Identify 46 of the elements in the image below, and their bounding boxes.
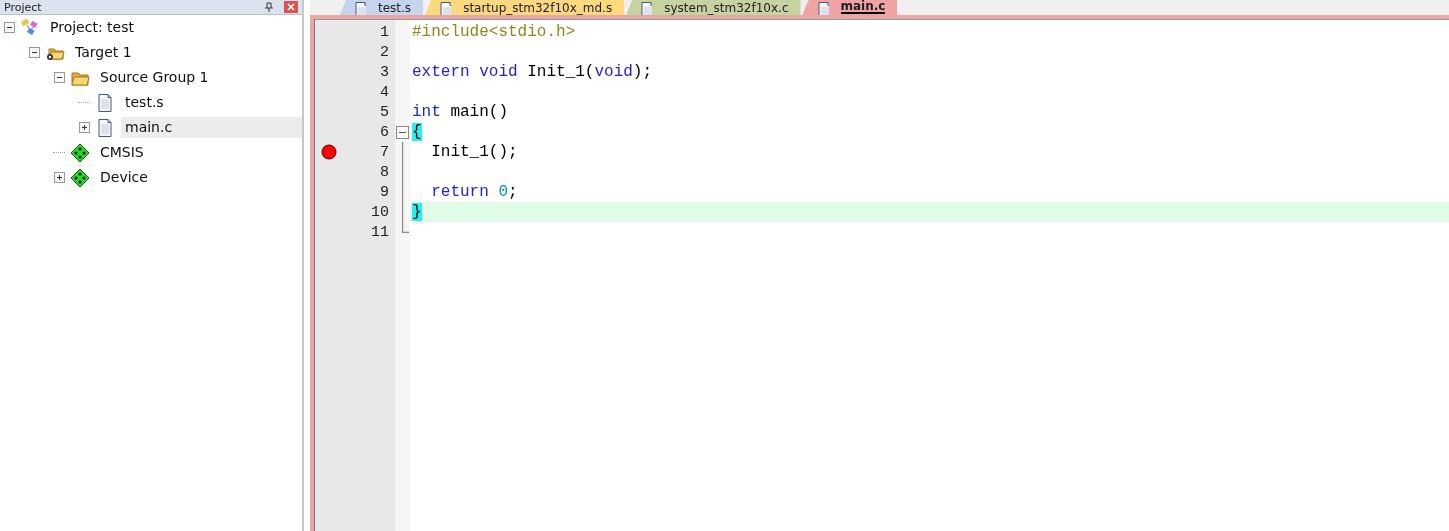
file-icon [437, 0, 452, 15]
expand-icon[interactable] [53, 172, 65, 183]
file-tab[interactable]: startup_stm32f10x_md.s [425, 0, 625, 15]
line-number: 10 [370, 203, 390, 221]
diamond-icon [70, 167, 90, 188]
tree-item[interactable]: main.c [121, 117, 302, 138]
line-number: 6 [379, 123, 390, 141]
pin-icon[interactable] [264, 2, 274, 12]
tree-item[interactable]: Device [96, 167, 154, 188]
close-button[interactable] [284, 1, 298, 13]
file-tab[interactable]: system_stm32f10x.c [626, 0, 801, 15]
line-number: 3 [379, 63, 390, 81]
collapse-icon[interactable] [53, 72, 65, 83]
line-number: 2 [379, 43, 390, 61]
collapse-icon[interactable] [3, 22, 15, 33]
file-icon [638, 0, 653, 15]
code-line: Init_1(); [430, 143, 518, 161]
diamond-icon [70, 142, 90, 163]
tree-item[interactable]: Project: test [46, 17, 140, 38]
tree-item[interactable]: CMSIS [96, 142, 150, 163]
line-number: 7 [379, 143, 390, 161]
breakpoint-icon[interactable] [321, 144, 337, 160]
fold-box-icon[interactable] [396, 126, 409, 139]
tree-item[interactable]: test.s [121, 92, 170, 113]
line-number: 4 [379, 83, 390, 101]
tree-item[interactable]: Target 1 [71, 42, 138, 63]
line-number: 8 [379, 163, 390, 181]
line-number: 11 [370, 223, 390, 241]
code-line: #include<stdio.h> [412, 23, 576, 41]
tree-item[interactable]: Source Group 1 [96, 67, 215, 88]
project-icon [20, 17, 40, 38]
collapse-icon[interactable] [28, 47, 40, 58]
line-number: 5 [379, 103, 390, 121]
file-tab[interactable]: test.s [340, 0, 424, 15]
file-icon [95, 92, 115, 113]
close-icon [287, 3, 295, 11]
line-number: 1 [379, 23, 390, 41]
code-line: extern void Init_1(void); [412, 63, 653, 81]
file-icon [352, 0, 366, 15]
expand-icon[interactable] [78, 122, 90, 133]
file-tab[interactable]: main.c [802, 0, 898, 15]
code-line: int main() [412, 103, 509, 121]
code-line: return 0; [430, 183, 518, 201]
panel-title: Project [4, 0, 42, 14]
file-icon [95, 117, 115, 138]
line-number: 9 [379, 183, 390, 201]
